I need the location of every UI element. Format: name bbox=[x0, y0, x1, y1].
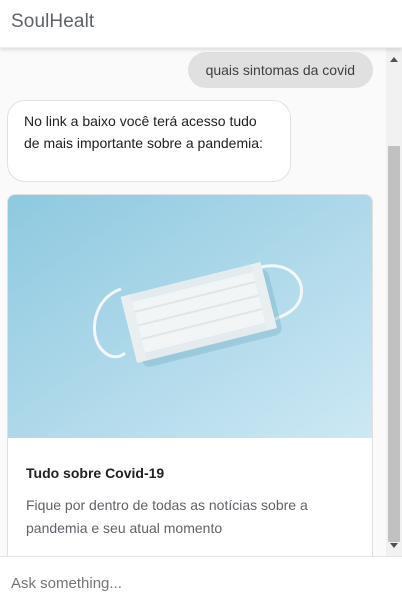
card-description: Fique por dentro de todas as notícias so… bbox=[26, 497, 308, 536]
app-header: SoulHealt bbox=[0, 0, 402, 48]
chat-area[interactable]: quais sintomas da covid No link a baixo … bbox=[0, 48, 386, 556]
link-card[interactable]: Tudo sobre Covid-19 Fique por dentro de … bbox=[7, 194, 373, 556]
user-message: quais sintomas da covid bbox=[187, 52, 373, 88]
app-title: SoulHealt bbox=[11, 11, 95, 32]
mask-image[interactable] bbox=[8, 195, 373, 438]
message-input-bar bbox=[0, 556, 402, 612]
scroll-up-arrow-icon[interactable] bbox=[390, 57, 398, 62]
message-input[interactable] bbox=[0, 557, 402, 609]
card-title[interactable]: Tudo sobre Covid-19 bbox=[26, 465, 164, 481]
scroll-down-arrow-icon[interactable] bbox=[390, 543, 398, 548]
scrollbar-thumb[interactable] bbox=[388, 146, 400, 542]
chat-scrollbar[interactable] bbox=[386, 48, 402, 556]
bot-message: No link a baixo você terá acesso tudo de… bbox=[7, 100, 291, 182]
